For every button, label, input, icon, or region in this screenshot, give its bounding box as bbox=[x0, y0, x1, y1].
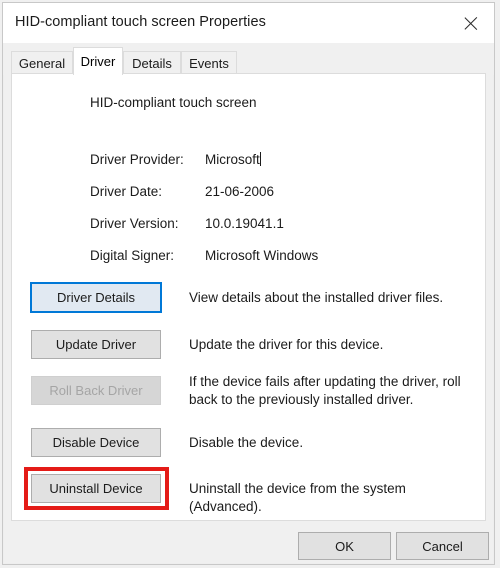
driver-provider-text: Microsoft bbox=[205, 152, 260, 167]
roll-back-driver-button: Roll Back Driver bbox=[31, 376, 161, 405]
driver-version-label: Driver Version: bbox=[90, 216, 179, 231]
window-title: HID-compliant touch screen Properties bbox=[15, 14, 266, 30]
ok-button[interactable]: OK bbox=[298, 532, 391, 560]
tab-general[interactable]: General bbox=[11, 51, 73, 75]
driver-date-label: Driver Date: bbox=[90, 184, 163, 199]
screen: HID-compliant touch screen Properties Ge… bbox=[0, 0, 500, 568]
driver-provider-label: Driver Provider: bbox=[90, 152, 184, 167]
info-row-driver-date: Driver Date: 21-06-2006 bbox=[12, 184, 485, 204]
properties-dialog: HID-compliant touch screen Properties Ge… bbox=[2, 2, 495, 565]
digital-signer-label: Digital Signer: bbox=[90, 248, 175, 263]
driver-details-description: View details about the installed driver … bbox=[189, 290, 444, 305]
cancel-button[interactable]: Cancel bbox=[396, 532, 489, 560]
driver-tab-panel: HID-compliant touch screen Driver Provid… bbox=[11, 73, 486, 521]
info-row-driver-version: Driver Version: 10.0.19041.1 bbox=[12, 216, 485, 236]
tab-driver[interactable]: Driver bbox=[73, 47, 123, 75]
info-row-digital-signer: Digital Signer: Microsoft Windows bbox=[12, 248, 485, 268]
update-driver-button[interactable]: Update Driver bbox=[31, 330, 161, 359]
driver-details-button[interactable]: Driver Details bbox=[31, 283, 161, 312]
disable-device-description: Disable the device. bbox=[189, 435, 304, 450]
tab-details[interactable]: Details bbox=[123, 51, 181, 75]
tab-driver-label: Driver bbox=[80, 54, 116, 69]
driver-provider-value: Microsoft bbox=[205, 152, 261, 167]
disable-device-button[interactable]: Disable Device bbox=[31, 428, 161, 457]
tab-general-label: General bbox=[18, 56, 66, 71]
tab-strip: General Driver Details Events bbox=[3, 43, 494, 75]
roll-back-driver-description: If the device fails after updating the d… bbox=[189, 374, 461, 407]
tab-events[interactable]: Events bbox=[181, 51, 237, 75]
info-row-driver-provider: Driver Provider: Microsoft bbox=[12, 152, 485, 172]
driver-date-value: 21-06-2006 bbox=[205, 184, 275, 199]
text-caret bbox=[259, 152, 261, 166]
uninstall-device-description: Uninstall the device from the system (Ad… bbox=[189, 481, 406, 514]
tab-details-label: Details bbox=[132, 56, 172, 71]
update-driver-description: Update the driver for this device. bbox=[189, 337, 384, 352]
device-name-label: HID-compliant touch screen bbox=[90, 95, 257, 110]
title-bar: HID-compliant touch screen Properties bbox=[3, 3, 494, 43]
driver-version-value: 10.0.19041.1 bbox=[205, 216, 284, 231]
tab-events-label: Events bbox=[189, 56, 229, 71]
close-icon bbox=[463, 15, 480, 32]
close-button[interactable] bbox=[448, 3, 494, 43]
digital-signer-value: Microsoft Windows bbox=[205, 248, 319, 263]
uninstall-device-button[interactable]: Uninstall Device bbox=[31, 474, 161, 503]
